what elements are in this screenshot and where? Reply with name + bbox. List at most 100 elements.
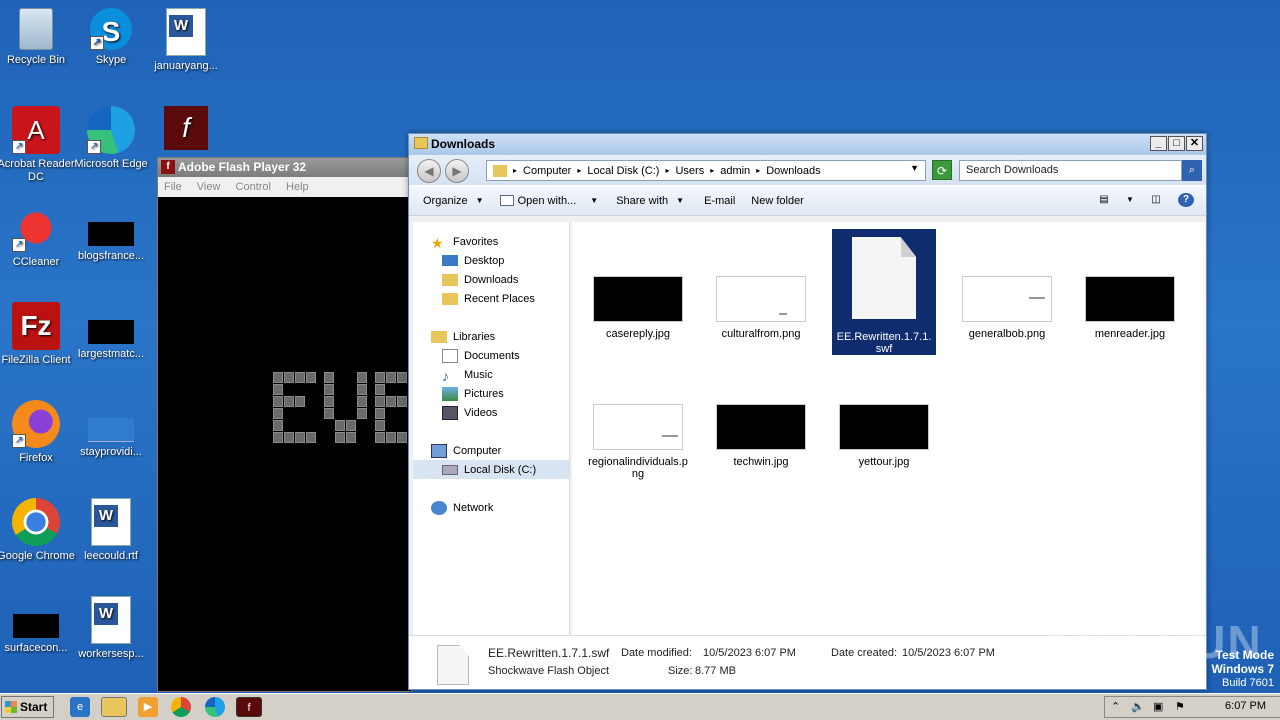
- nav-music[interactable]: ♪ Music: [442, 365, 493, 384]
- address-bar[interactable]: ▸ Computer ▸ Local Disk (C:) ▸ Users ▸ a…: [486, 160, 926, 181]
- file-item-selected[interactable]: EE.Rewritten.1.7.1.swf: [832, 229, 936, 355]
- nav-computer[interactable]: Computer: [431, 441, 501, 460]
- start-button[interactable]: Start: [1, 696, 54, 718]
- clock[interactable]: 6:07 PM: [1225, 700, 1266, 712]
- change-view-icon[interactable]: ▤: [1096, 193, 1112, 207]
- leecould-icon[interactable]: leecould.rtf: [72, 498, 150, 563]
- image-thumbnail: [593, 276, 683, 322]
- chevron-right-icon[interactable]: ▸: [710, 166, 714, 175]
- email-button[interactable]: E-mail: [704, 195, 735, 207]
- chevron-down-icon[interactable]: ▼: [1126, 193, 1134, 207]
- chevron-right-icon[interactable]: ▸: [513, 166, 517, 175]
- search-input[interactable]: Search Downloads: [959, 160, 1182, 181]
- chrome-taskbar-icon[interactable]: [171, 697, 191, 717]
- breadcrumb-downloads[interactable]: Downloads: [766, 165, 820, 177]
- acrobat-glyph: A ↗: [12, 106, 60, 154]
- nav-desktop[interactable]: Desktop: [442, 251, 504, 270]
- recycle-bin-icon[interactable]: Recycle Bin: [0, 8, 75, 67]
- edge-icon[interactable]: ↗ Microsoft Edge: [72, 106, 150, 171]
- stayprovidi-icon[interactable]: stayprovidi...: [72, 400, 150, 459]
- network-tray-icon[interactable]: ▣: [1153, 700, 1163, 713]
- forward-button[interactable]: ▶: [445, 159, 469, 183]
- firefox-icon[interactable]: ↗ Firefox: [0, 400, 75, 465]
- breadcrumb-admin[interactable]: admin: [720, 165, 750, 177]
- open-with-button[interactable]: Open with... ▼: [499, 195, 598, 207]
- skype-icon[interactable]: S ↗ Skype: [72, 8, 150, 67]
- nav-documents[interactable]: Documents: [442, 346, 520, 365]
- refresh-button[interactable]: ⟳: [932, 160, 952, 180]
- nav-videos-label: Videos: [464, 406, 498, 419]
- nav-music-label: Music: [464, 368, 493, 381]
- details-file-type: Shockwave Flash Object: [488, 665, 610, 677]
- firefox-label: Firefox: [19, 452, 53, 464]
- explorer-title-bar[interactable]: Downloads _ □ ✕: [409, 134, 1206, 155]
- help-icon[interactable]: ?: [1178, 193, 1194, 207]
- nav-recent-label: Recent Places: [464, 292, 535, 305]
- organize-button[interactable]: Organize ▼: [423, 195, 484, 207]
- chrome-icon[interactable]: Google Chrome: [0, 498, 75, 563]
- file-name: techwin.jpg: [733, 456, 789, 468]
- flash-menu-view[interactable]: View: [197, 181, 221, 193]
- breadcrumb-users[interactable]: Users: [675, 165, 704, 177]
- chevron-right-icon[interactable]: ▸: [577, 166, 581, 175]
- maximize-button[interactable]: □: [1168, 136, 1185, 151]
- explorer-taskbar-icon[interactable]: [101, 697, 127, 717]
- flash-taskbar-icon[interactable]: f: [236, 697, 262, 717]
- workersesp-icon[interactable]: workersesp...: [72, 596, 150, 661]
- media-player-icon[interactable]: ▶: [138, 697, 158, 717]
- share-with-button[interactable]: Share with ▼: [616, 195, 684, 207]
- januaryang-icon[interactable]: januaryang...: [147, 8, 225, 73]
- nav-downloads[interactable]: Downloads: [442, 270, 518, 289]
- flash-player-window[interactable]: f Adobe Flash Player 32 File View Contro…: [157, 157, 418, 692]
- nav-pictures[interactable]: Pictures: [442, 384, 504, 403]
- nav-network[interactable]: Network: [431, 498, 493, 517]
- chevron-right-icon[interactable]: ▸: [756, 166, 760, 175]
- nav-libraries[interactable]: Libraries: [431, 327, 495, 346]
- flash-title-bar[interactable]: f Adobe Flash Player 32: [158, 158, 411, 177]
- edge-taskbar-icon[interactable]: [205, 697, 225, 717]
- explorer-window[interactable]: Downloads _ □ ✕ ◀ ▶ ▸ Computer ▸ Local D…: [408, 133, 1207, 690]
- breadcrumb-computer[interactable]: Computer: [523, 165, 571, 177]
- file-item[interactable]: regionalindividuals.png: [586, 404, 690, 480]
- show-hidden-icons-icon[interactable]: ⌃: [1111, 700, 1120, 713]
- surfacecon-icon[interactable]: surfacecon...: [0, 596, 75, 655]
- file-list[interactable]: casereply.jpg culturalfrom.png EE.Rewrit…: [572, 222, 1205, 635]
- acrobat-reader-icon[interactable]: A ↗ Acrobat Reader DC: [0, 106, 75, 184]
- volume-icon[interactable]: 🔈: [1131, 700, 1145, 713]
- minimize-button[interactable]: _: [1150, 136, 1167, 151]
- file-item[interactable]: generalbob.png: [955, 276, 1059, 340]
- preview-pane-icon[interactable]: ◫: [1148, 193, 1164, 207]
- file-item[interactable]: casereply.jpg: [586, 276, 690, 340]
- file-item[interactable]: menreader.jpg: [1078, 276, 1182, 340]
- ccleaner-icon[interactable]: ↗ CCleaner: [0, 204, 75, 269]
- chevron-right-icon[interactable]: ▸: [665, 166, 669, 175]
- nav-favorites[interactable]: ★ Favorites: [431, 232, 498, 251]
- flash-canvas[interactable]: [158, 197, 418, 691]
- file-item[interactable]: techwin.jpg: [709, 404, 813, 468]
- search-icon[interactable]: ⌕: [1182, 160, 1202, 181]
- back-button[interactable]: ◀: [417, 159, 441, 183]
- chevron-down-icon[interactable]: ▼: [910, 163, 919, 173]
- surfacecon-label: surfacecon...: [4, 642, 68, 654]
- file-item[interactable]: yettour.jpg: [832, 404, 936, 468]
- ie-icon[interactable]: e: [70, 697, 90, 717]
- filezilla-icon[interactable]: Fz FileZilla Client: [0, 302, 75, 367]
- nav-recent-places[interactable]: Recent Places: [442, 289, 535, 308]
- blogsfrance-label: blogsfrance...: [77, 250, 145, 262]
- navigation-pane: ★ Favorites Desktop Downloads Recent Plac…: [413, 222, 570, 635]
- close-button[interactable]: ✕: [1186, 136, 1203, 151]
- blogsfrance-icon[interactable]: blogsfrance...: [72, 204, 150, 263]
- nav-videos[interactable]: Videos: [442, 403, 497, 422]
- flash-menu-file[interactable]: File: [164, 181, 182, 193]
- flash-menu-help[interactable]: Help: [286, 181, 309, 193]
- nav-local-disk[interactable]: Local Disk (C:): [413, 460, 569, 479]
- new-folder-button[interactable]: New folder: [751, 195, 804, 207]
- flag-icon[interactable]: ⚑: [1175, 700, 1185, 713]
- command-bar: Organize ▼ Open with... ▼ Share with ▼ E-ma…: [409, 185, 1206, 216]
- breadcrumb-local-disk[interactable]: Local Disk (C:): [587, 165, 659, 177]
- file-item[interactable]: culturalfrom.png: [709, 276, 813, 340]
- largestmatc-icon[interactable]: largestmatc...: [72, 302, 150, 361]
- flash-menu-control[interactable]: Control: [236, 181, 271, 193]
- flash-player-desktop-icon[interactable]: f: [147, 106, 225, 154]
- folder-icon: [493, 164, 507, 177]
